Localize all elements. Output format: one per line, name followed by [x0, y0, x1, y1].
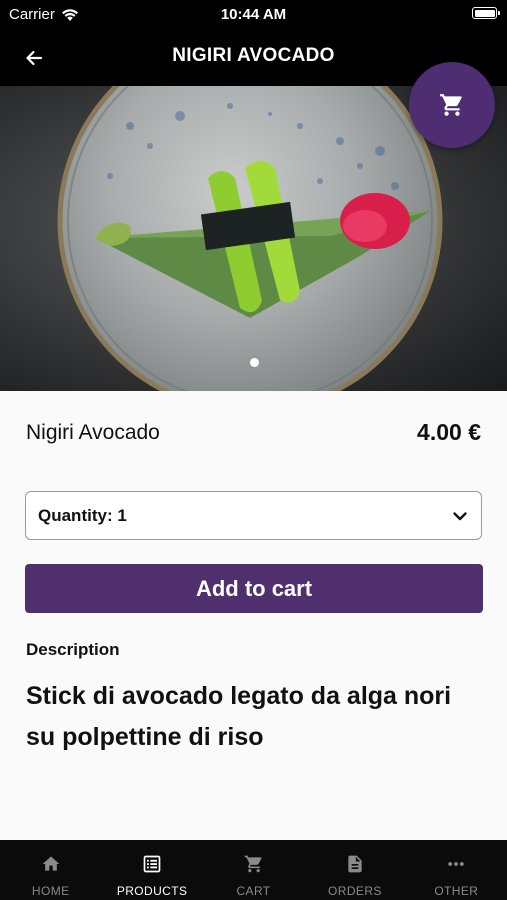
tab-home[interactable]: HOME — [0, 840, 101, 900]
add-to-cart-button[interactable]: Add to cart — [25, 564, 483, 613]
tab-label: OTHER — [434, 884, 479, 898]
cart-icon — [244, 855, 262, 873]
tab-label: HOME — [31, 884, 70, 898]
status-time: 10:44 AM — [220, 6, 287, 23]
description-heading: Description — [26, 640, 120, 659]
quantity-select[interactable]: Quantity: 1 — [25, 491, 482, 540]
document-icon — [348, 855, 362, 873]
battery-icon — [472, 7, 500, 19]
cart-button[interactable] — [409, 62, 495, 148]
list-icon — [143, 855, 161, 873]
quantity-value: Quantity: 1 — [38, 506, 127, 525]
carousel-page-indicator — [250, 358, 259, 367]
more-icon — [448, 862, 465, 866]
product-description: Stick di avocado legato da alga nori su … — [26, 682, 452, 751]
product-name: Nigiri Avocado — [26, 421, 160, 444]
tab-label: CART — [236, 884, 271, 898]
tab-orders[interactable]: ORDERS — [304, 840, 405, 900]
tab-cart[interactable]: CART — [203, 840, 304, 900]
bottom-tab-bar: HOME PRODUCTS CART ORDERS OTHER — [0, 840, 507, 900]
product-price: 4.00 € — [417, 419, 481, 445]
tab-label: ORDERS — [328, 884, 382, 898]
page-title: NIGIRI AVOCADO — [172, 45, 335, 66]
tab-other[interactable]: OTHER — [406, 840, 507, 900]
status-bar: Carrier 10:44 AM — [0, 0, 507, 30]
tab-products[interactable]: PRODUCTS — [101, 840, 202, 900]
chevron-down-icon — [453, 512, 467, 521]
home-icon — [42, 856, 60, 871]
cart-icon — [440, 94, 462, 116]
tab-label: PRODUCTS — [116, 884, 188, 898]
